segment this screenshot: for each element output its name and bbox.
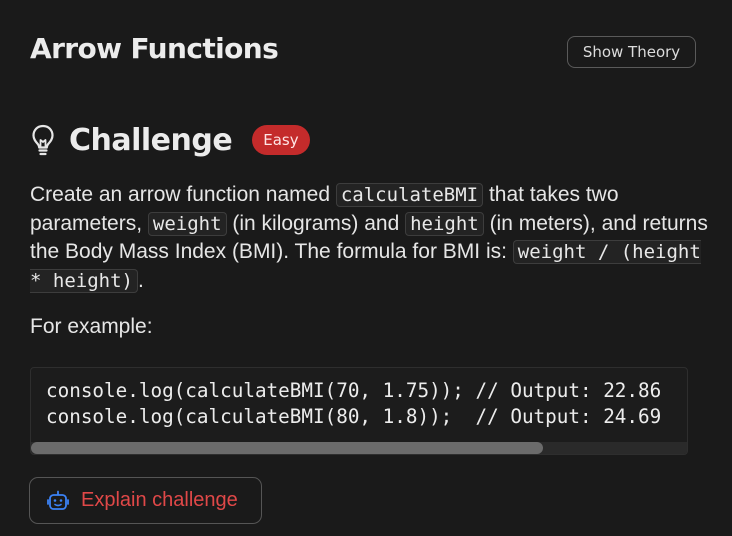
bot-icon [47, 490, 69, 512]
scrollbar-thumb[interactable] [31, 442, 543, 454]
challenge-description: Create an arrow function named calculate… [30, 181, 710, 295]
example-label: For example: [30, 315, 153, 338]
explain-challenge-label: Explain challenge [81, 489, 238, 511]
description-text: (in kilograms) and [226, 211, 406, 235]
code-lines: console.log(calculateBMI(70, 1.75)); // … [46, 378, 661, 430]
challenge-header: Challenge Easy [30, 118, 310, 162]
inline-code: calculateBMI [335, 183, 484, 207]
code-line: console.log(calculateBMI(80, 1.8)); // O… [46, 405, 662, 428]
horizontal-scrollbar[interactable] [31, 442, 687, 454]
difficulty-badge: Easy [252, 125, 310, 155]
description-text: . [137, 268, 144, 292]
challenge-title: Challenge [69, 122, 233, 158]
inline-code: height [405, 211, 484, 236]
inline-code: weight [147, 211, 227, 236]
show-theory-button[interactable]: Show Theory [567, 36, 696, 68]
explain-challenge-button[interactable]: Explain challenge [29, 477, 262, 524]
challenge-page: Arrow Functions Show Theory Challenge Ea… [0, 0, 732, 536]
code-example-block: console.log(calculateBMI(70, 1.75)); // … [30, 367, 688, 455]
page-title: Arrow Functions [30, 32, 279, 65]
lightbulb-icon [30, 123, 56, 157]
code-line: console.log(calculateBMI(70, 1.75)); // … [46, 379, 662, 402]
description-text: Create an arrow function named [30, 183, 336, 206]
